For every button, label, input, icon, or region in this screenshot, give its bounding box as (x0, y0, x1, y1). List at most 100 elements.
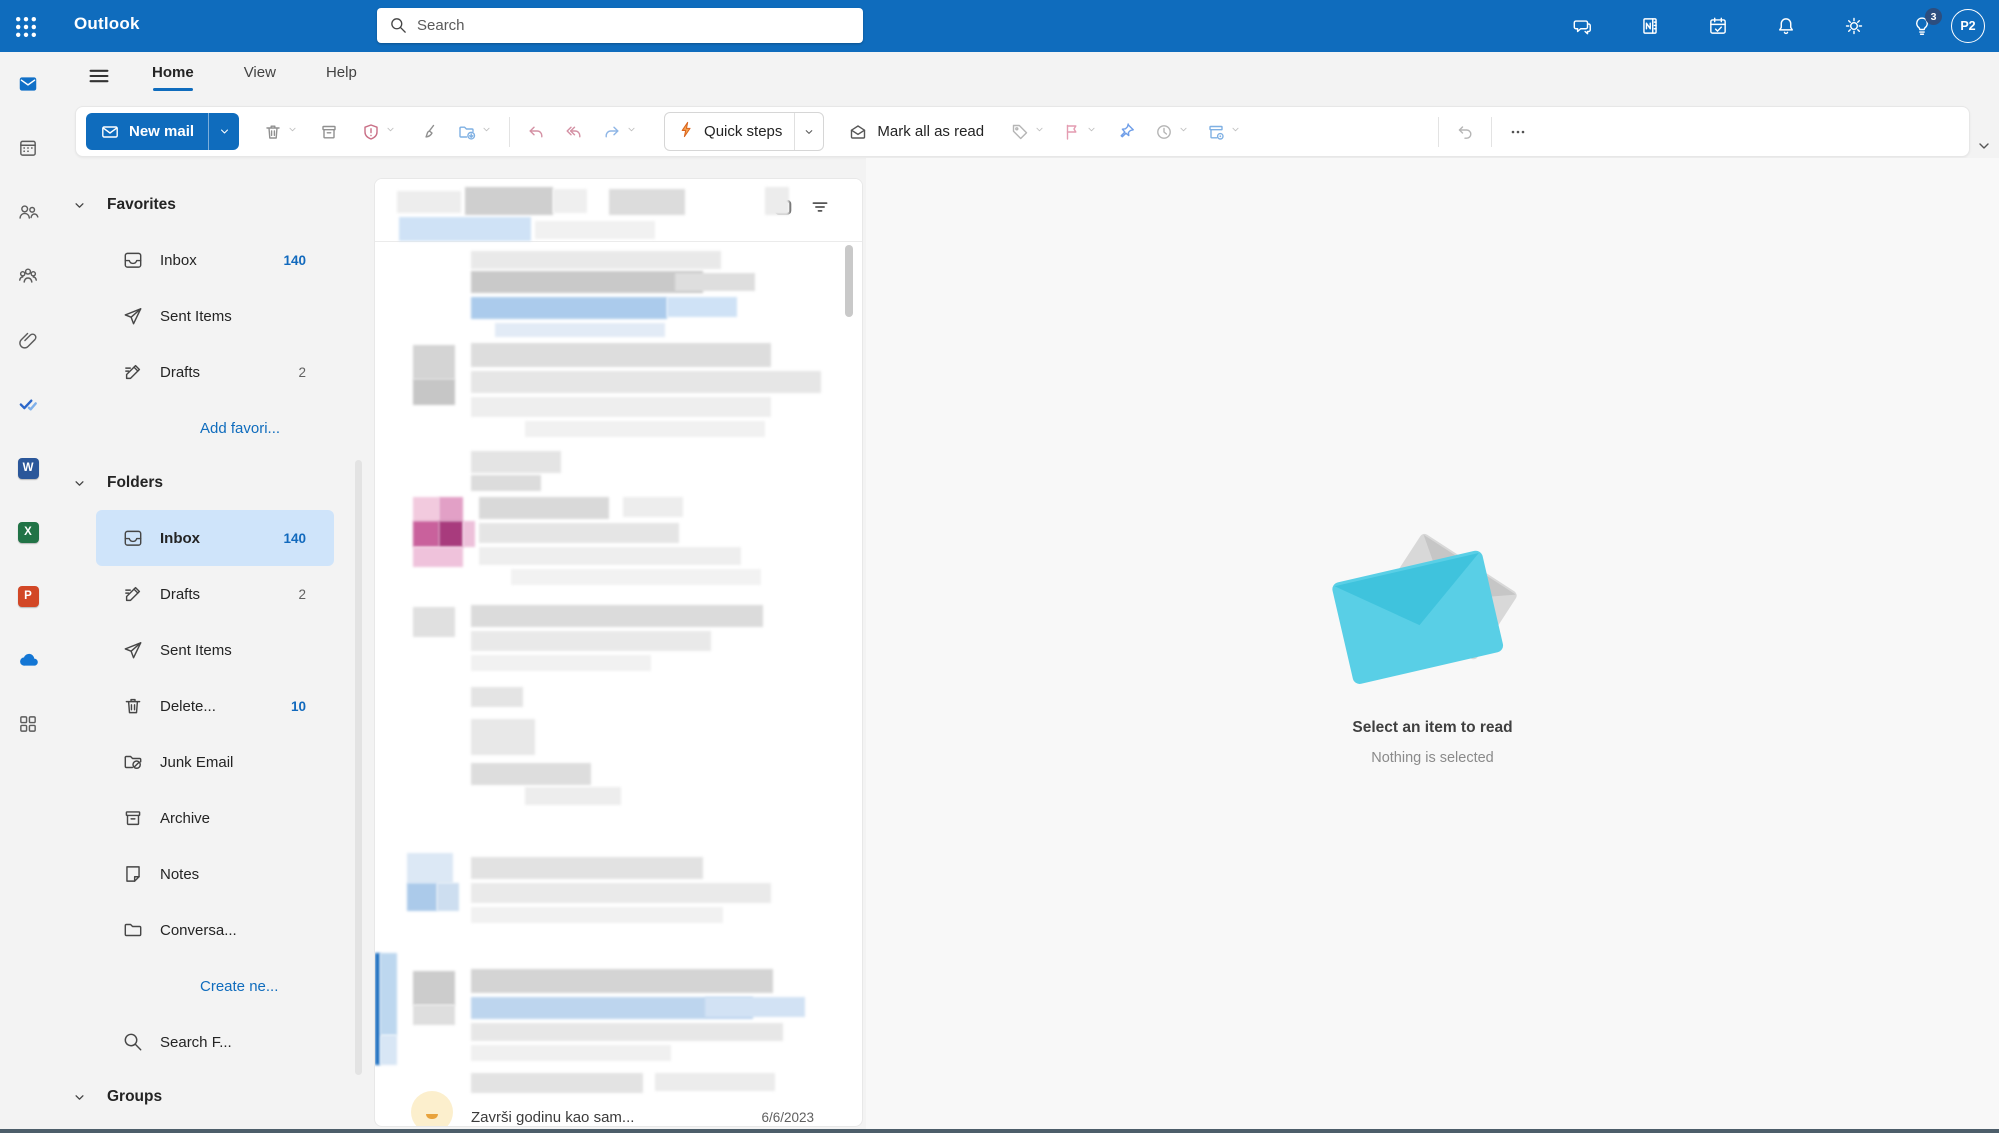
envelopes-illustration (1313, 488, 1553, 705)
tag-icon (1010, 122, 1030, 142)
redacted-block (471, 655, 651, 671)
new-mail-button[interactable]: New mail (86, 113, 239, 150)
redacted-block (471, 271, 703, 293)
forward-button[interactable] (602, 122, 638, 142)
tips-icon[interactable]: 3 (1911, 15, 1933, 37)
chevron-down-icon (384, 123, 397, 141)
collapse-ribbon-chevron-icon[interactable] (1974, 136, 1994, 156)
groups-header[interactable]: Groups (56, 1070, 370, 1124)
favorites-inbox[interactable]: Inbox140 (96, 232, 334, 288)
rail-onedrive[interactable] (0, 628, 56, 692)
tab-home[interactable]: Home (150, 58, 196, 87)
rail-word-icon: W (18, 458, 39, 479)
folders-junk-email[interactable]: Junk Email (96, 734, 334, 790)
sweep-button[interactable] (419, 122, 439, 142)
notifications-icon[interactable] (1775, 15, 1797, 37)
search-input[interactable]: Search (377, 8, 863, 43)
teams-chat-icon[interactable] (1571, 15, 1593, 37)
folder-label: Search F... (160, 1034, 232, 1051)
rail-groups[interactable] (0, 244, 56, 308)
new-mail-dropdown[interactable] (208, 113, 239, 150)
search-icon (389, 16, 408, 35)
my-day-icon[interactable] (1707, 15, 1729, 37)
redacted-block (471, 297, 667, 319)
folder-label: Junk Email (160, 754, 233, 771)
folders-deleted-items[interactable]: Delete...10 (96, 678, 334, 734)
folder-icon (122, 919, 144, 941)
reply-button[interactable] (526, 122, 546, 142)
junk-icon (122, 751, 144, 773)
redacted-block (471, 605, 763, 627)
redacted-block (553, 189, 587, 213)
section-label: Favorites (107, 196, 176, 214)
tab-view[interactable]: View (242, 58, 278, 87)
flag-unflag-button[interactable] (1062, 122, 1098, 142)
mark-all-as-read-button[interactable]: Mark all as read (848, 122, 984, 142)
favorites-drafts[interactable]: Drafts2 (96, 344, 334, 400)
message-list-scrollbar[interactable] (845, 245, 853, 317)
folders-conversation-history[interactable]: Conversa... (96, 902, 334, 958)
folders-sent-items[interactable]: Sent Items (96, 622, 334, 678)
rail-files[interactable] (0, 308, 56, 372)
report-button[interactable] (361, 122, 397, 142)
redacted-block (413, 497, 439, 521)
lightning-icon (677, 120, 696, 143)
move-to-button[interactable] (457, 122, 493, 142)
favorites-sent-items[interactable]: Sent Items (96, 288, 334, 344)
reply-all-button[interactable] (564, 122, 584, 142)
rail-calendar[interactable] (0, 116, 56, 180)
add-favorite-link[interactable]: Add favori... (56, 400, 370, 456)
folders-drafts[interactable]: Drafts2 (96, 566, 334, 622)
delete-button[interactable] (263, 122, 299, 142)
rail-mail[interactable] (0, 52, 56, 116)
top-bar-icons: 3 (1571, 0, 1933, 52)
note-icon (122, 863, 144, 885)
redacted-block (471, 763, 591, 785)
mail-read-icon (848, 122, 868, 142)
rail-people[interactable] (0, 180, 56, 244)
folders-notes[interactable]: Notes (96, 846, 334, 902)
chevron-down-icon (1229, 123, 1242, 141)
apps-grid-icon (17, 713, 39, 735)
folders-archive[interactable]: Archive (96, 790, 334, 846)
quick-steps-button[interactable]: Quick steps (664, 112, 824, 151)
window-bottom-edge (0, 1129, 1999, 1133)
snooze-button[interactable] (1154, 122, 1190, 142)
account-avatar[interactable]: P2 (1951, 9, 1985, 43)
sidebar-scrollbar[interactable] (355, 460, 362, 1075)
tab-help[interactable]: Help (324, 58, 359, 87)
folders-inbox[interactable]: Inbox140 (96, 510, 334, 566)
undo-button[interactable] (1455, 122, 1475, 142)
rail-powerpoint[interactable]: P (0, 564, 56, 628)
folders-header[interactable]: Folders (56, 456, 370, 510)
quick-steps-label: Quick steps (704, 123, 782, 140)
redacted-email-rows[interactable] (375, 179, 862, 1126)
rail-more-apps[interactable] (0, 692, 56, 756)
app-launcher-icon[interactable] (13, 14, 39, 40)
pencil-icon (122, 583, 144, 605)
settings-icon[interactable] (1843, 15, 1865, 37)
chevron-down-icon[interactable] (794, 113, 823, 150)
email-row[interactable]: Završi godinu kao sam... 6/6/2023 (375, 1087, 862, 1127)
rail-todo[interactable] (0, 372, 56, 436)
chevron-down-icon (71, 1089, 88, 1106)
message-list[interactable]: Završi godinu kao sam... 6/6/2023 (374, 178, 863, 1127)
inbox-icon (122, 249, 144, 271)
favorites-header[interactable]: Favorites (56, 178, 370, 232)
redacted-block (439, 521, 463, 547)
hamburger-menu-icon[interactable] (86, 63, 112, 89)
pin-button[interactable] (1116, 122, 1136, 142)
rail-word[interactable]: W (0, 436, 56, 500)
search-icon (122, 1031, 144, 1053)
redacted-block (479, 497, 609, 519)
create-new-folder-link[interactable]: Create ne... (56, 958, 370, 1014)
onenote-icon[interactable] (1639, 15, 1661, 37)
more-options-button[interactable] (1508, 122, 1528, 142)
folders-search-folders[interactable]: Search F... (96, 1014, 334, 1070)
reading-pane: Select an item to read Nothing is select… (866, 158, 1999, 1129)
archive-settings-button[interactable] (1206, 122, 1242, 142)
categorize-button[interactable] (1010, 122, 1046, 142)
unread-count-badge: 140 (283, 253, 306, 268)
archive-button[interactable] (319, 122, 339, 142)
rail-excel[interactable]: X (0, 500, 56, 564)
